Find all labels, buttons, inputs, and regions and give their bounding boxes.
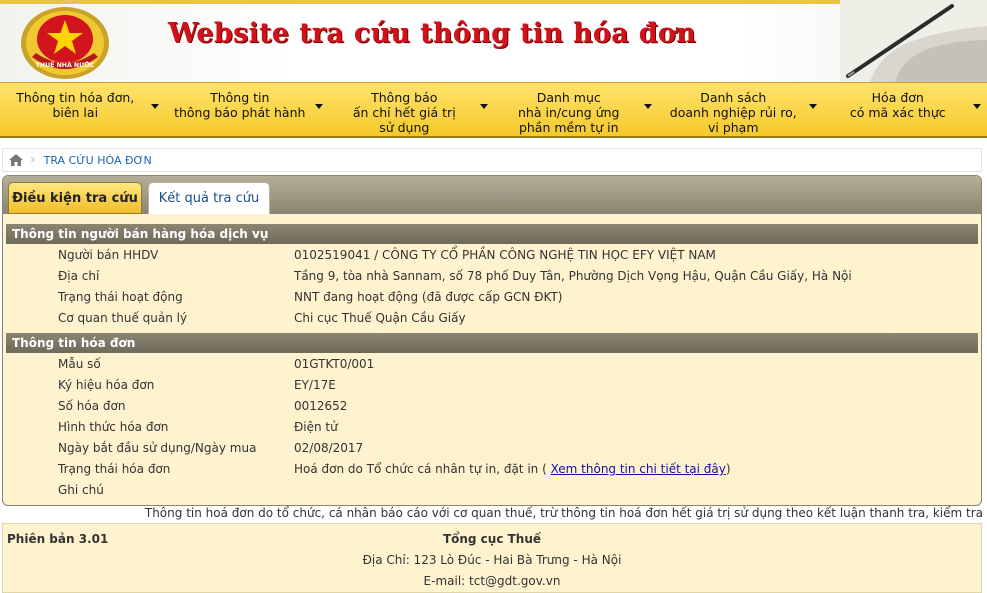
invoice-row: Số hóa đơn 0012652 [6,396,978,417]
invoice-row: Ghi chú [6,480,978,501]
section-seller-heading: Thông tin người bán hàng hóa dịch vụ [6,224,978,244]
breadcrumb-current[interactable]: TRA CỨU HÓA ĐƠN [44,154,152,167]
seller-row: Trạng thái hoạt động NNT đang hoạt động … [6,287,978,308]
row-label: Trạng thái hoạt động [58,290,183,304]
chevron-down-icon [315,104,323,109]
menu-issuance-notice[interactable]: Thông tin thông báo phát hành [165,83,330,136]
menu-risky-enterprises[interactable]: Danh sách doanh nghiệp rủi ro, vi phạm [658,83,823,136]
row-label: Ngày bắt đầu sử dụng/Ngày mua [58,441,257,455]
tax-emblem-logo: THUẾ NHÀ NƯỚC [21,7,109,79]
tab-search-results[interactable]: Kết quả tra cứu [148,182,270,214]
menu-label: biên lai [52,105,99,120]
banner-top-strip [0,0,987,4]
invoice-row: Trạng thái hóa đơn Hoá đơn do Tổ chức cá… [6,459,978,480]
row-label: Ghi chú [58,483,104,497]
invoice-row: Mẫu số 01GTKT0/001 [6,354,978,375]
status-suffix: ) [725,462,731,476]
seller-row: Người bán HHDV 0102519041 / CÔNG TY CỔ P… [6,245,978,266]
breadcrumb: › TRA CỨU HÓA ĐƠN [2,148,982,172]
menu-invoice-info[interactable]: Thông tin hóa đơn, biên lai [0,83,165,136]
home-icon[interactable] [9,154,23,166]
row-label: Cơ quan thuế quản lý [58,311,188,325]
menu-label: Thông báo [371,90,438,105]
row-value: EY/17E [294,378,336,392]
header-banner: THUẾ NHÀ NƯỚC Website tra cứu thông tin … [0,0,987,82]
row-value: Chi cục Thuế Quận Cầu Giấy [294,311,466,325]
row-label: Hình thức hóa đơn [58,420,169,434]
breadcrumb-separator: › [30,152,36,168]
view-details-link[interactable]: Xem thông tin chi tiết tại đây [551,462,726,476]
footer-email: E-mail: tct@gdt.gov.vn [423,574,561,588]
row-label: Số hóa đơn [58,399,126,413]
main-menu: Thông tin hóa đơn, biên lai Thông tin th… [0,82,987,138]
menu-label: sử dụng [379,120,430,135]
row-label: Mẫu số [58,357,101,371]
chevron-down-icon [479,104,488,109]
menu-label: Thông tin [210,90,270,105]
row-value: 0102519041 / CÔNG TY CỔ PHẦN CÔNG NGHỆ T… [294,248,716,262]
menu-label: vi phạm [707,120,759,135]
section-invoice-heading: Thông tin hóa đơn [6,333,978,353]
row-label: Ký hiệu hóa đơn [58,378,155,392]
disclaimer-notice: Thông tin hoá đơn do tổ chức, cá nhân bá… [144,506,983,520]
menu-label: có mã xác thực [849,105,946,120]
menu-label: Hóa đơn [871,90,924,105]
hand-pen-illustration [840,0,987,82]
menu-label: ấn chỉ hết giá trị [352,105,456,120]
row-label: Địa chỉ [58,269,100,283]
row-value: 0012652 [294,399,348,413]
row-value: NNT đang hoạt động (đã được cấp GCN ĐKT) [294,290,563,304]
site-title: Website tra cứu thông tin hóa đơn [168,18,697,49]
menu-label: nhà in/cung ứng [518,105,620,120]
footer-address: Địa Chỉ: 123 Lò Đúc - Hai Bà Trưng - Hà … [362,553,622,567]
chevron-down-icon [644,104,652,109]
row-value: Tầng 9, tòa nhà Sannam, số 78 phố Duy Tâ… [294,269,852,283]
invoice-row: Ký hiệu hóa đơn EY/17E [6,375,978,396]
chevron-down-icon [973,104,981,109]
row-value: Hoá đơn do Tổ chức cá nhân tự in, đặt in… [294,459,731,480]
menu-label: doanh nghiệp rủi ro, [669,105,797,120]
chevron-down-icon [808,104,817,109]
row-label: Trạng thái hóa đơn [58,462,171,476]
menu-expired-forms[interactable]: Thông báo ấn chỉ hết giá trị sử dụng [329,83,494,136]
menu-printers-software[interactable]: Danh mục nhà in/cung ứng phần mềm tự in [494,83,659,136]
row-label: Người bán HHDV [58,248,159,262]
row-value: 01GTKT0/001 [294,357,375,371]
menu-label: thông báo phát hành [174,105,306,120]
menu-label: Danh sách [700,90,767,105]
menu-authenticated-invoice[interactable]: Hóa đơn có mã xác thực [823,83,987,136]
row-value: 02/08/2017 [294,441,364,455]
row-value: Điện tử [294,420,338,434]
chevron-down-icon [150,104,159,109]
seller-row: Cơ quan thuế quản lý Chi cục Thuế Quận C… [6,308,978,329]
status-text: Hoá đơn do Tổ chức cá nhân tự in, đặt in… [294,462,547,476]
menu-label: phần mềm tự in [518,120,619,135]
invoice-row: Hình thức hóa đơn Điện tử [6,417,978,438]
menu-label: Danh mục [536,90,601,105]
search-panel: Điều kiện tra cứu Kết quả tra cứu Thông … [2,175,982,506]
footer-org: Tổng cục Thuế [442,532,542,546]
seller-row: Địa chỉ Tầng 9, tòa nhà Sannam, số 78 ph… [6,266,978,287]
tab-search-conditions[interactable]: Điều kiện tra cứu [8,182,142,214]
invoice-row: Ngày bắt đầu sử dụng/Ngày mua 02/08/2017 [6,438,978,459]
footer: Phiên bản 3.01 Tổng cục Thuế Địa Chỉ: 12… [2,523,982,593]
menu-label: Thông tin hóa đơn, [16,90,135,105]
